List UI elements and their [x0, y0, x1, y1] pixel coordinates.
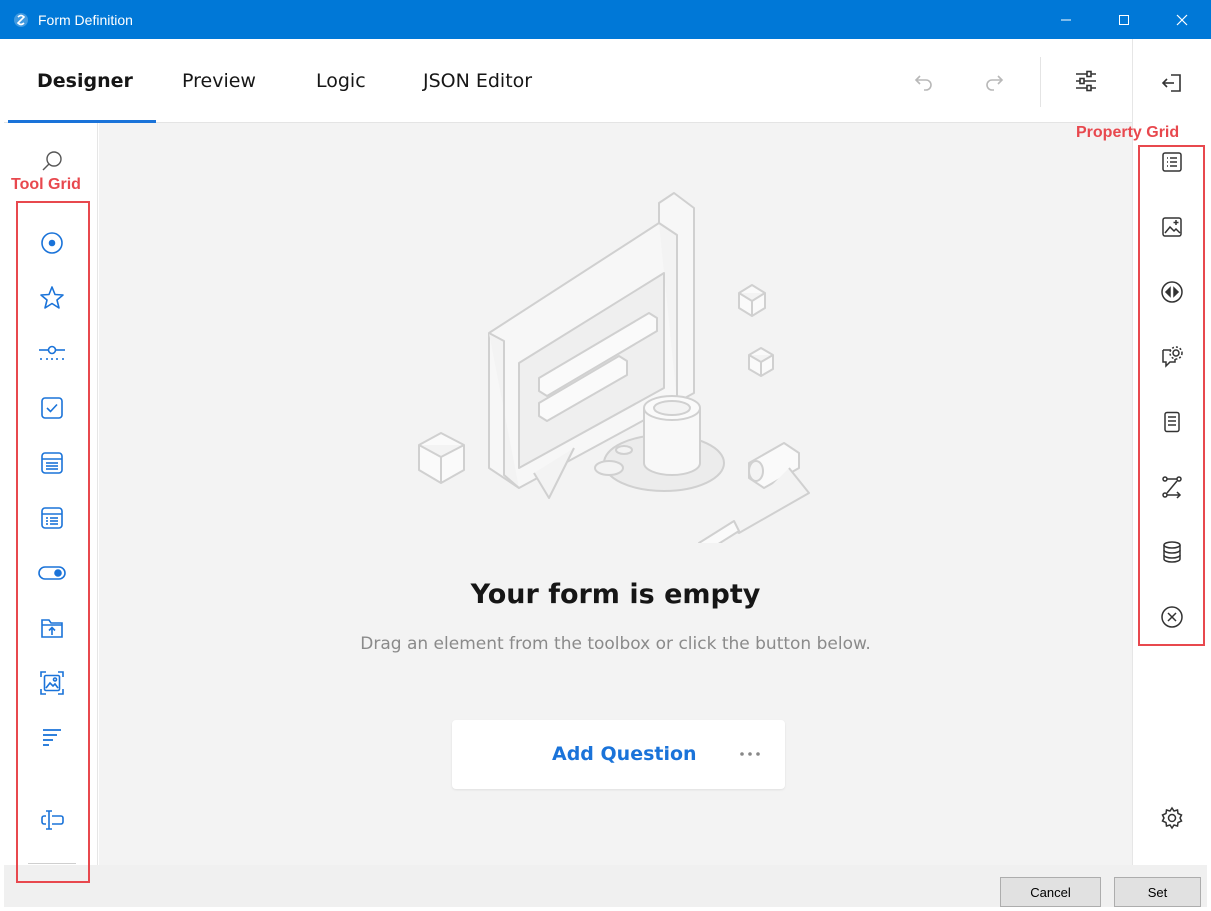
- redo-icon[interactable]: [978, 65, 1010, 97]
- minimize-button[interactable]: [1037, 0, 1095, 39]
- collapse-panel-icon[interactable]: [1156, 67, 1188, 99]
- dialog-footer: Cancel Set: [4, 865, 1207, 907]
- tab-json-editor[interactable]: JSON Editor: [423, 39, 532, 123]
- form-designer-window: Designer Preview Logic JSON Editor Your …: [4, 39, 1207, 907]
- undo-icon[interactable]: [908, 65, 940, 97]
- toolbar-separator: [1040, 57, 1041, 107]
- property-grid-annotation: Property Grid: [1076, 124, 1180, 141]
- add-question-button[interactable]: Add Question: [452, 720, 785, 789]
- add-question-label: Add Question: [552, 743, 697, 765]
- app-logo-icon: [12, 11, 30, 29]
- empty-form-illustration: [399, 163, 839, 554]
- empty-state-subtitle: Drag an element from the toolbox or clic…: [360, 634, 871, 654]
- tool-grid-annotation: Tool Grid: [11, 176, 81, 193]
- designer-tabbar: Designer Preview Logic JSON Editor: [4, 39, 1132, 123]
- gear-icon[interactable]: [1156, 802, 1188, 834]
- property-grid-highlight: [1138, 145, 1205, 646]
- close-button[interactable]: [1153, 0, 1211, 39]
- settings-sliders-icon[interactable]: [1070, 65, 1102, 97]
- window-title: Form Definition: [38, 11, 133, 28]
- more-options-icon[interactable]: [734, 742, 766, 766]
- tool-grid-highlight: [16, 201, 90, 883]
- design-surface[interactable]: Your form is empty Drag an element from …: [99, 123, 1132, 865]
- maximize-button[interactable]: [1095, 0, 1153, 39]
- window-titlebar: Form Definition: [0, 0, 1211, 39]
- empty-state-title: Your form is empty: [470, 579, 761, 610]
- cancel-button[interactable]: Cancel: [1000, 877, 1101, 907]
- tab-preview[interactable]: Preview: [182, 39, 256, 123]
- set-button[interactable]: Set: [1114, 877, 1201, 907]
- tab-designer[interactable]: Designer: [37, 39, 133, 123]
- tab-logic[interactable]: Logic: [316, 39, 366, 123]
- search-icon[interactable]: [36, 145, 68, 177]
